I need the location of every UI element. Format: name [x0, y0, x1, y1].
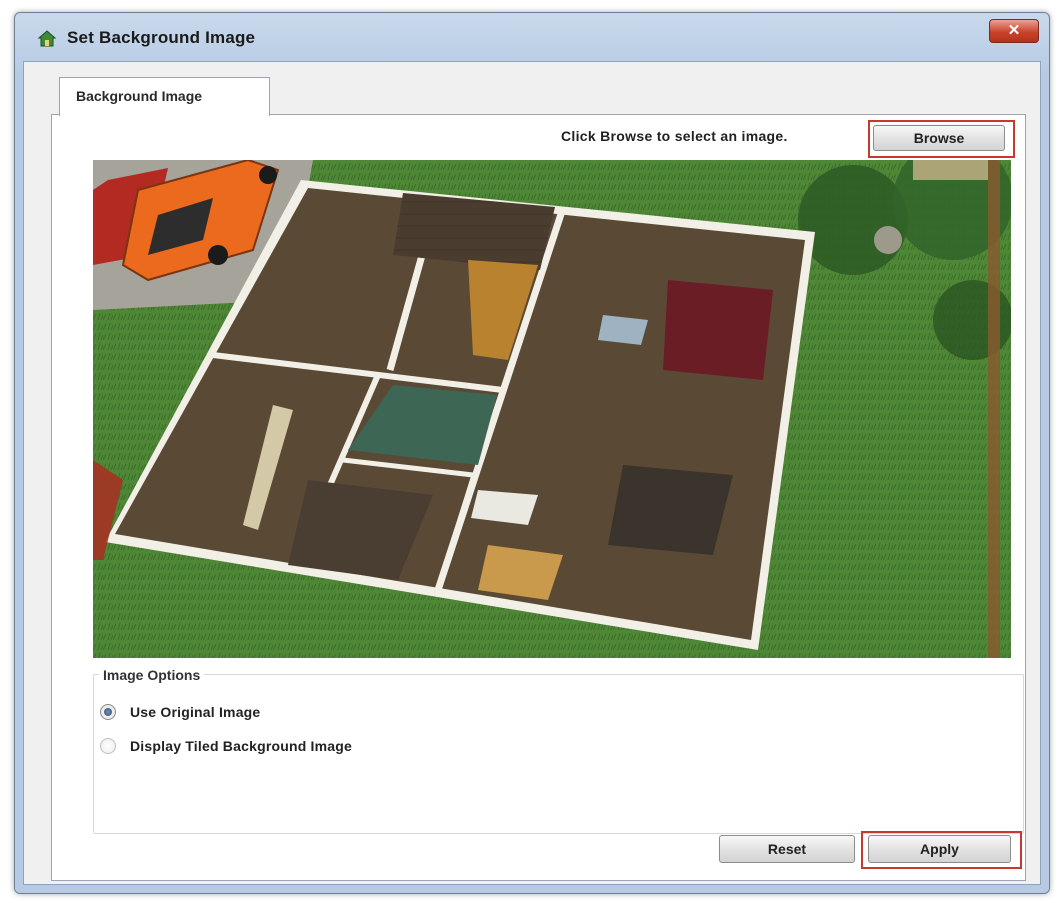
close-button[interactable]: ✕: [989, 19, 1039, 43]
tab-panel: Click Browse to select an image. Browse: [51, 114, 1026, 881]
option-display-tiled-image[interactable]: Display Tiled Background Image: [100, 738, 352, 754]
title-bar[interactable]: Set Background Image ✕: [15, 13, 1049, 61]
home-designer-icon: [37, 29, 57, 49]
apply-button[interactable]: Apply: [868, 835, 1011, 863]
browse-hint: Click Browse to select an image.: [561, 128, 788, 144]
display-tiled-label: Display Tiled Background Image: [130, 738, 353, 754]
close-icon: ✕: [1007, 22, 1021, 39]
browse-button[interactable]: Browse: [873, 125, 1005, 151]
use-original-label: Use Original Image: [130, 704, 261, 720]
option-use-original-image[interactable]: Use Original Image: [100, 704, 260, 720]
dialog-window: Set Background Image ✕ Background Image …: [14, 12, 1050, 894]
reset-button[interactable]: Reset: [719, 835, 855, 863]
window-title: Set Background Image: [67, 28, 256, 47]
display-tiled-radio[interactable]: [100, 738, 116, 754]
tab-background-image[interactable]: Background Image: [59, 77, 270, 116]
image-options-title: Image Options: [99, 667, 205, 683]
image-options-group: Image Options Use Original Image Display…: [93, 667, 1024, 834]
background-image-preview: [93, 160, 1011, 658]
dialog-client-area: Background Image Click Browse to select …: [23, 61, 1041, 885]
tab-label: Background Image: [76, 88, 203, 104]
use-original-radio[interactable]: [100, 704, 116, 720]
